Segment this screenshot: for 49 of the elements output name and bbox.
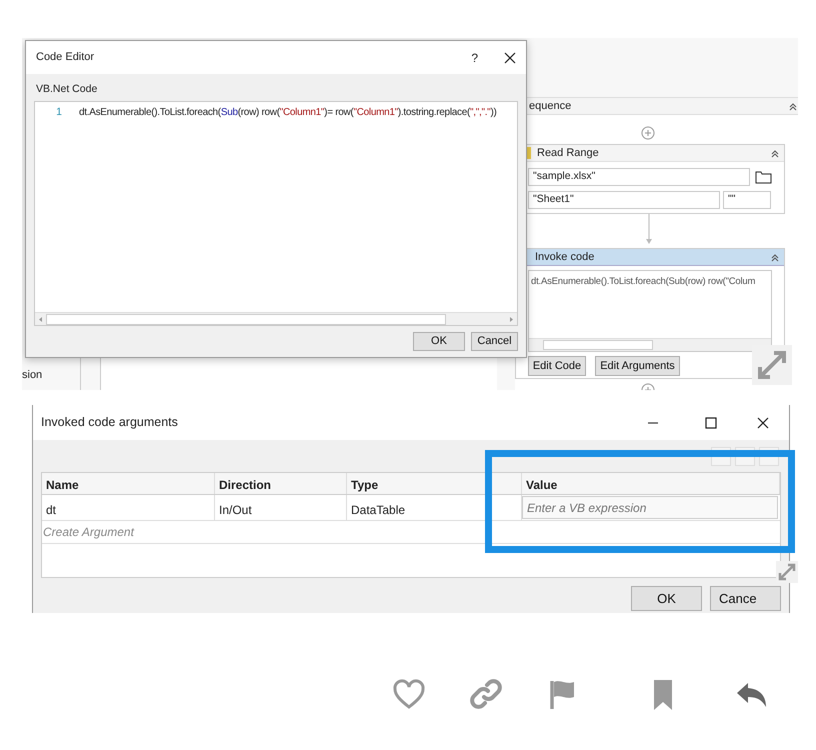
code-text: dt.AsEnumerable().ToList.foreach(Sub(row) row("Colum	[530, 275, 756, 289]
column-header[interactable]: Value	[522, 473, 780, 494]
window-title: Code Editor	[36, 50, 96, 66]
sequence-title: equence	[529, 98, 572, 114]
value-field[interactable]: Enter a VB expression	[522, 496, 778, 519]
file-field[interactable]: "sample.xlsx"	[528, 168, 750, 186]
table-cell: dt	[42, 495, 215, 520]
collapse-icon[interactable]	[788, 101, 798, 111]
create-argument-field[interactable]: Create Argument	[42, 521, 780, 544]
window-title: Invoked code arguments	[41, 414, 179, 432]
table-cell: In/Out	[215, 495, 347, 520]
maximize-icon	[705, 416, 717, 428]
sidebar-item[interactable]: sion	[22, 367, 42, 384]
scrollbar[interactable]	[35, 312, 517, 325]
sheet-field[interactable]: "Sheet1"	[528, 191, 720, 209]
connector-arrow	[645, 214, 653, 246]
line-number: 1	[55, 104, 63, 120]
close-button[interactable]	[504, 52, 516, 64]
scrollbar[interactable]	[529, 338, 771, 351]
column-header[interactable]: Name	[42, 473, 215, 494]
cancel-button[interactable]: Cance	[710, 586, 781, 611]
maximize-button[interactable]	[705, 416, 717, 428]
field-label: VB.Net Code	[35, 82, 98, 97]
edit-button[interactable]: Edit Code	[528, 356, 586, 376]
help-button[interactable]: ?	[471, 52, 478, 64]
ok-button[interactable]: OK	[631, 586, 702, 611]
folder-icon[interactable]	[755, 170, 772, 184]
ok-button[interactable]: OK	[413, 332, 465, 351]
activity-title: Read Range	[537, 146, 600, 161]
cancel-button[interactable]: Cancel	[471, 332, 518, 351]
code-preview[interactable]: dt.AsEnumerable().ToList.foreach(Sub(row) row("Colum	[528, 270, 772, 352]
edit-button[interactable]: Edit Arguments	[595, 356, 680, 376]
collapse-icon[interactable]	[770, 148, 780, 158]
link-button[interactable]	[469, 678, 503, 712]
code-line: dt.AsEnumerable().ToList.foreach(Sub(row) row("Column1")= row("Column1").tostring.replace(",","."))	[79, 106, 496, 120]
column-header[interactable]: Direction	[215, 473, 347, 494]
collapse-icon[interactable]	[770, 252, 780, 262]
expand-icon[interactable]	[752, 345, 792, 385]
close-icon	[757, 416, 769, 428]
activity-title: Invoke code	[535, 250, 596, 265]
add-icon[interactable]	[641, 126, 655, 140]
table-cell: DataTable	[347, 495, 492, 520]
close-icon	[504, 52, 516, 64]
range-field[interactable]: ""	[723, 191, 771, 209]
close-button[interactable]	[757, 416, 769, 428]
code-editor[interactable]: 1 dt.AsEnumerable().ToList.foreach(Sub(row) row("Column1")= row("Column1").tostring.replace(",","."))	[34, 100, 518, 326]
expand-icon[interactable]	[776, 561, 798, 583]
link-icon	[469, 678, 503, 712]
column-header[interactable]: Type	[347, 473, 492, 494]
